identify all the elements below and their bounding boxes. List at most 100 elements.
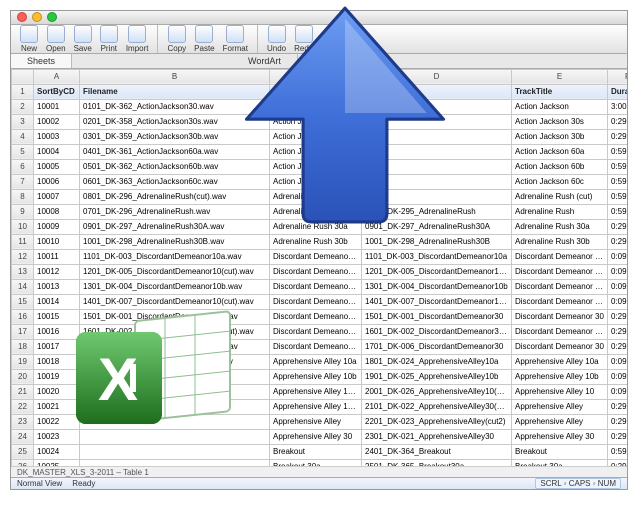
cell[interactable]: 1201_DK-005_DiscordantDemeanor10(cut) (362, 264, 512, 279)
cell[interactable] (80, 399, 270, 414)
cell[interactable]: Apprehensive Alley 10b (512, 369, 608, 384)
tab-wordart[interactable]: WordArt (232, 54, 298, 68)
cell[interactable]: 0:59 (608, 444, 628, 459)
cell[interactable]: Apprehensive Alley 30 (512, 429, 608, 444)
cell[interactable]: Adrenaline Rush 30a (270, 219, 362, 234)
cell[interactable]: Action Jackson (512, 99, 608, 114)
cell[interactable]: 0401_DK-361_ActionJackson60a.wav (80, 144, 270, 159)
row-header[interactable]: 9 (12, 204, 34, 219)
window-close-button[interactable] (17, 12, 27, 22)
cell[interactable]: Apprehensive Alley (512, 399, 608, 414)
window-zoom-button[interactable] (47, 12, 57, 22)
row-header[interactable]: 16 (12, 309, 34, 324)
cell[interactable]: 10018 (34, 354, 80, 369)
cell[interactable]: 2101_DK-022_ApprehensiveAlley30(cut1) (362, 399, 512, 414)
row-header[interactable]: 12 (12, 249, 34, 264)
cell[interactable]: 0:09 (608, 249, 628, 264)
row-header[interactable]: 25 (12, 444, 34, 459)
column-header-D[interactable]: D (362, 69, 512, 84)
cell[interactable]: 0301_DK-359_ActionJackson30b.wav (80, 129, 270, 144)
cell[interactable] (80, 414, 270, 429)
cell[interactable]: 2201_DK-023_ApprehensiveAlley(cut2) (362, 414, 512, 429)
cell[interactable]: Apprehensive Alley 10b (270, 369, 362, 384)
cell[interactable]: 0:29 (608, 219, 628, 234)
cell[interactable]: 2501_DK-365_Breakout30a (362, 459, 512, 466)
cell[interactable]: Discordant Demeanor 30 (270, 309, 362, 324)
cell[interactable]: Breakout 30a (512, 459, 608, 466)
toolbar-undo-button[interactable]: Undo (264, 25, 289, 53)
cell[interactable]: 1301_DK-004_DiscordantDemeanor10b.wav (80, 279, 270, 294)
cell[interactable]: 10010 (34, 234, 80, 249)
cell[interactable]: Discordant Demeanor 10(cut) (270, 264, 362, 279)
cell[interactable]: Apprehensive Alley 10(cut) (270, 384, 362, 399)
cell[interactable]: 0:59 (608, 204, 628, 219)
cell[interactable]: 1001_DK-298_AdrenalineRush30B (362, 234, 512, 249)
cell[interactable]: 10002 (34, 114, 80, 129)
cell[interactable]: Apprehensive Alley 10(cut1) (270, 399, 362, 414)
select-all-corner[interactable] (12, 69, 34, 84)
cell[interactable] (362, 99, 512, 114)
column-header-C[interactable]: C (270, 69, 362, 84)
cell[interactable]: 1401_DK-007_DiscordantDemeanor10(cut).wa… (80, 294, 270, 309)
cell[interactable]: Adrenaline Rush (270, 204, 362, 219)
cell[interactable]: 0:29 (608, 324, 628, 339)
cell[interactable]: Discordant Demeanor 30 (512, 309, 608, 324)
cell[interactable]: 0:09 (608, 384, 628, 399)
cell[interactable] (80, 429, 270, 444)
row-header[interactable]: 20 (12, 369, 34, 384)
cell[interactable]: 1701_DK-006_DiscordantDemeanor30.wav (80, 339, 270, 354)
cell[interactable]: 0701_DK-296_AdrenalineRush.wav (80, 204, 270, 219)
cell[interactable]: 0:29 (608, 129, 628, 144)
field-header[interactable] (362, 84, 512, 99)
cell[interactable]: 10015 (34, 309, 80, 324)
column-header-E[interactable]: E (512, 69, 608, 84)
cell[interactable]: 1501_DK-001_DiscordantDemeanor30.wav (80, 309, 270, 324)
row-header[interactable]: 7 (12, 174, 34, 189)
column-header-B[interactable]: B (80, 69, 270, 84)
cell[interactable]: 10008 (34, 204, 80, 219)
cell[interactable]: Apprehensive Alley 10a (270, 354, 362, 369)
field-header[interactable]: SortByCD (34, 84, 80, 99)
cell[interactable]: Breakout (270, 444, 362, 459)
toolbar-save-button[interactable]: Save (71, 25, 95, 53)
row-header[interactable]: 21 (12, 384, 34, 399)
cell[interactable]: 2401_DK-364_Breakout (362, 444, 512, 459)
toolbar-format-button[interactable]: Format (220, 25, 251, 53)
cell[interactable]: Discordant Demeanor 30 (270, 339, 362, 354)
cell[interactable]: 1601_DK-002_DiscordantDemeanor30(cut).wa… (80, 324, 270, 339)
cell[interactable]: 10014 (34, 294, 80, 309)
row-header[interactable]: 6 (12, 159, 34, 174)
cell[interactable]: 3:00 (608, 99, 628, 114)
cell[interactable]: 0:09 (608, 369, 628, 384)
cell[interactable]: 0:59 (608, 174, 628, 189)
cell[interactable]: Discordant Demeanor 10(cut) (512, 264, 608, 279)
cell[interactable]: Adrenaline Rush (512, 204, 608, 219)
toolbar-open-button[interactable]: Open (43, 25, 69, 53)
cell[interactable]: Action Jackson 60b (512, 159, 608, 174)
cell[interactable]: 10011 (34, 249, 80, 264)
cell[interactable]: 2301_DK-021_ApprehensiveAlley30 (362, 429, 512, 444)
cell[interactable]: Adrenaline Rush (270, 189, 362, 204)
cell[interactable]: 1301_DK-004_DiscordantDemeanor10b (362, 279, 512, 294)
cell[interactable]: 10009 (34, 219, 80, 234)
cell[interactable]: 0:29 (608, 414, 628, 429)
cell[interactable]: 10024 (34, 444, 80, 459)
cell[interactable]: 10004 (34, 144, 80, 159)
row-header[interactable]: 15 (12, 294, 34, 309)
cell[interactable]: 0:09 (608, 264, 628, 279)
cell[interactable]: 0101_DK-362_ActionJackson30.wav (80, 99, 270, 114)
cell[interactable]: Adrenaline Rush (cut) (512, 189, 608, 204)
cell[interactable]: Breakout (512, 444, 608, 459)
cell[interactable]: Apprehensive Alley 10a (512, 354, 608, 369)
row-header[interactable]: 11 (12, 234, 34, 249)
cell[interactable]: 10017 (34, 339, 80, 354)
cell[interactable]: 1701_DK-006_DiscordantDemeanor30 (362, 339, 512, 354)
cell[interactable]: Apprehensive Alley 30 (270, 429, 362, 444)
toolbar-print-button[interactable]: Print (97, 25, 121, 53)
field-header[interactable]: Duration (608, 84, 628, 99)
row-header[interactable]: 19 (12, 354, 34, 369)
cell[interactable]: 0:59 (608, 144, 628, 159)
cell[interactable]: 1601_DK-002_DiscordantDemeanor30(cut) (362, 324, 512, 339)
cell[interactable]: 10025 (34, 459, 80, 466)
row-header[interactable]: 10 (12, 219, 34, 234)
